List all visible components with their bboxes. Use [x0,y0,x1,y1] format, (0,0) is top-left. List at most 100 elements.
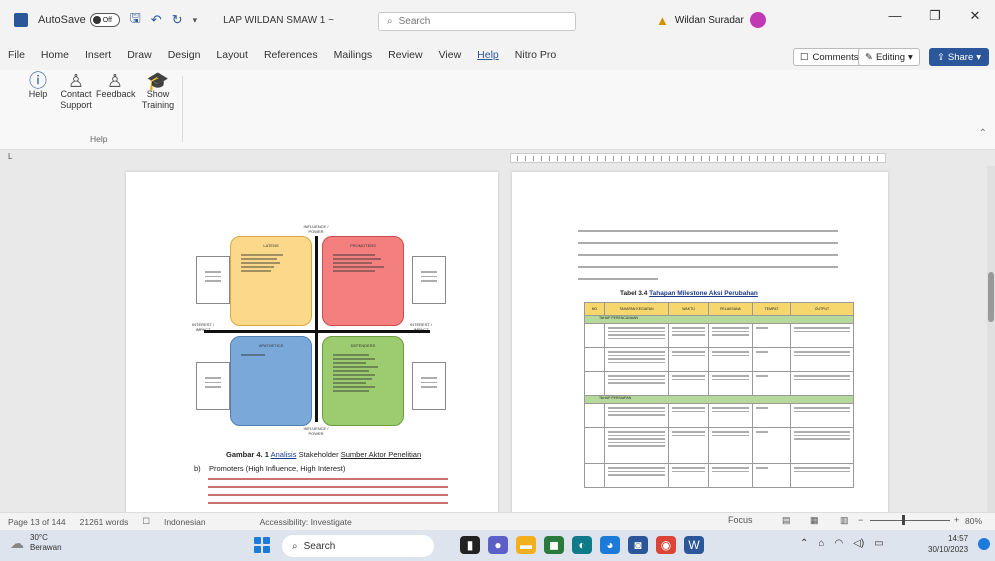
share-icon: ⇪ [936,51,945,63]
file-explorer-icon[interactable]: ▬ [516,536,536,554]
edge-icon[interactable]: ◐ [572,536,592,554]
zoom-slider[interactable] [870,520,950,521]
focus-mode-button[interactable]: Focus [728,515,753,525]
feedback-button[interactable]: ♙ Feedback [96,72,136,100]
clock[interactable]: 14:57 30/10/2023 [928,533,968,555]
quadrant-promoters: PROMOTERS [322,236,404,326]
read-mode-icon[interactable]: ▤ [782,515,791,526]
quadrant-latens: LATENS [230,236,312,326]
account-area[interactable]: ▲ Wildan Suradar [656,12,766,28]
search-icon: ⌕ [387,16,393,27]
help-button[interactable]: ⓘ Help [26,72,50,100]
autosave-toggle[interactable]: Off [89,13,120,27]
text-line [208,502,448,504]
document-title[interactable]: LAP WILDAN SMAW 1 ~ [223,15,334,26]
page-right: Tabel 3.4 Tahapan Milestone Aksi Perubah… [512,172,888,512]
print-layout-icon[interactable]: ▦ [810,515,819,526]
chrome-icon[interactable]: ◉ [656,536,676,554]
chevron-down-icon: ▾ [908,51,913,63]
ruler-tick [589,156,590,161]
weather-widget[interactable]: ☁ 30°C Berawan [10,533,62,553]
zoom-slider-thumb[interactable] [902,515,905,525]
chevron-up-icon[interactable]: ⌃ [800,538,808,549]
ruler-tick [813,156,814,161]
show-training-button[interactable]: 🎓 Show Training [138,72,178,111]
horizontal-ruler[interactable] [510,153,886,163]
accessibility-status[interactable]: Accessibility: Investigate [260,517,352,527]
store-icon[interactable]: ◼ [544,536,564,554]
tab-selector-icon[interactable]: L [8,152,12,161]
volume-icon[interactable]: ◁) [853,538,864,549]
menu-mailings[interactable]: Mailings [334,49,373,61]
table-row [584,324,854,348]
taskbar-search[interactable]: ⌕ Search [282,535,434,557]
proofing-icon[interactable]: ☐ [142,516,150,527]
menu-file[interactable]: File [8,49,25,61]
ruler-tick [877,156,878,161]
collapse-ribbon-icon[interactable]: ⌃ [979,128,987,139]
comments-button[interactable]: ☐ Comments [793,48,866,66]
web-layout-icon[interactable]: ▥ [840,515,849,526]
photos-icon[interactable]: ◙ [628,536,648,554]
weather-desc: Berawan [30,543,62,552]
table-row [584,348,854,372]
search-box[interactable]: ⌕ Search [378,12,576,31]
zoom-in-icon[interactable]: + [954,515,959,525]
menu-help[interactable]: Help [477,49,499,61]
minimize-icon[interactable]: — [875,8,915,24]
side-box-bottom-right [412,362,446,410]
word-count[interactable]: 21261 words [80,517,129,527]
user-avatar[interactable] [749,12,766,28]
menu-view[interactable]: View [439,49,462,61]
network-icon[interactable]: ⌂ [818,538,824,549]
table-header-cell: WAKTU [669,303,709,315]
menu-nitro-pro[interactable]: Nitro Pro [515,49,556,61]
share-button[interactable]: ⇪ Share ▾ [929,48,989,66]
menu-references[interactable]: References [264,49,318,61]
table-section-row: TAHAP PERSIAPAN [584,396,854,404]
save-icon[interactable]: 🖫 [130,9,141,31]
chat-icon[interactable]: ● [488,536,508,554]
ruler-tick [861,156,862,161]
table-row [584,372,854,396]
ruler-row: L [0,150,995,166]
quadrant-defenders: DEFENDERS [322,336,404,426]
redo-icon[interactable]: ↻ [172,12,183,28]
ruler-tick [725,156,726,161]
page-left: INFLUENCE / POWER INTEREST / IMPACT INTE… [126,172,498,512]
zoom-level[interactable]: 80% [965,516,982,526]
table-header-cell: TEMPAT [753,303,791,315]
menu-home[interactable]: Home [41,49,69,61]
menu-review[interactable]: Review [388,49,422,61]
vertical-scrollbar[interactable] [987,166,995,512]
maximize-icon[interactable]: ❐ [915,8,955,24]
close-icon[interactable]: ✕ [955,8,995,24]
word-taskbar-icon[interactable]: W [684,536,704,554]
zoom-out-icon[interactable]: − [858,515,863,525]
menu-insert[interactable]: Insert [85,49,111,61]
scrollbar-thumb[interactable] [988,272,994,322]
side-box-top-left [196,256,230,304]
page-count[interactable]: Page 13 of 144 [8,517,66,527]
editing-button[interactable]: ✎ Editing ▾ [858,48,920,66]
menu-layout[interactable]: Layout [216,49,248,61]
undo-icon[interactable]: ↶ [151,12,162,28]
ruler-tick [837,156,838,161]
ruler-tick [661,156,662,161]
ruler-tick [853,156,854,161]
wifi-icon[interactable]: ◠ [834,538,843,549]
task-view-icon[interactable]: ▮ [460,536,480,554]
ruler-tick [805,156,806,161]
menu-draw[interactable]: Draw [127,49,152,61]
language-label[interactable]: Indonesian [164,517,206,527]
autosave-label: AutoSave [38,14,86,26]
battery-icon[interactable]: ▭ [874,538,883,549]
customize-qat-icon[interactable]: ▾ [193,15,198,26]
chevron-down-icon: ▾ [976,51,982,63]
start-button[interactable] [254,537,270,553]
notification-icon[interactable] [978,538,990,550]
menu-design[interactable]: Design [168,49,201,61]
contact-support-button[interactable]: ♙ Contact Support [58,72,94,111]
app-icon[interactable]: ◕ [600,536,620,554]
axis-label-top: INFLUENCE / POWER [303,224,329,234]
